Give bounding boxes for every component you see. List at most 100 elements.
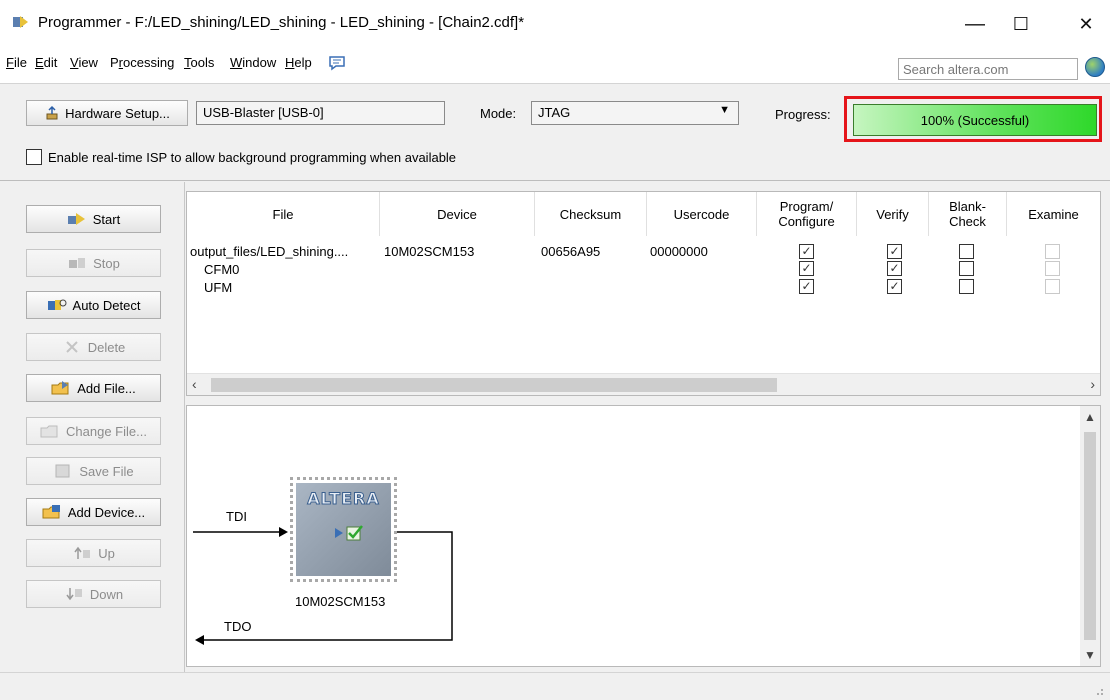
jtag-chain-diagram: TDI TDO ALTERA 10M02SCM153 ▲ ▼ bbox=[186, 405, 1101, 667]
scroll-left-icon[interactable]: ‹ bbox=[192, 376, 197, 392]
start-icon bbox=[67, 213, 85, 225]
feedback-chat-icon[interactable] bbox=[328, 55, 346, 71]
change-file-label: Change File... bbox=[66, 423, 147, 439]
vertical-scroll-thumb[interactable] bbox=[1084, 432, 1096, 640]
column-header-program-configure[interactable]: Program/ Configure bbox=[757, 192, 857, 236]
isp-checkbox[interactable] bbox=[26, 149, 42, 165]
down-arrow-icon bbox=[66, 588, 82, 601]
scroll-up-icon[interactable]: ▲ bbox=[1084, 410, 1096, 424]
column-header-usercode[interactable]: Usercode bbox=[647, 192, 757, 236]
column-header-examine[interactable]: Examine bbox=[1007, 192, 1100, 236]
progress-text: 100% (Successful) bbox=[920, 112, 1030, 128]
device-table: File Device Checksum Usercode Program/ C… bbox=[186, 191, 1101, 396]
delete-button[interactable]: Delete bbox=[26, 333, 161, 361]
examine-checkbox bbox=[1045, 244, 1060, 259]
column-header-file[interactable]: File bbox=[187, 192, 380, 236]
tdi-label: TDI bbox=[226, 509, 247, 524]
hardware-setup-label: Hardware Setup... bbox=[65, 105, 170, 121]
resize-grip-icon[interactable] bbox=[1092, 684, 1104, 696]
menu-help[interactable]: Help bbox=[285, 55, 312, 70]
delete-icon bbox=[65, 341, 78, 353]
examine-checkbox bbox=[1045, 279, 1060, 294]
down-label: Down bbox=[89, 586, 124, 602]
window-title: Programmer - F:/LED_shining/LED_shining … bbox=[38, 14, 525, 31]
scroll-down-icon[interactable]: ▼ bbox=[1084, 648, 1096, 662]
menu-tools[interactable]: Tools bbox=[184, 55, 214, 70]
change-file-button[interactable]: Change File... bbox=[26, 417, 161, 445]
program-checkbox[interactable]: ✓ bbox=[799, 244, 814, 259]
blank-check-checkbox[interactable] bbox=[959, 279, 974, 294]
stop-button[interactable]: Stop bbox=[26, 249, 161, 277]
horizontal-scrollbar[interactable]: ‹ › bbox=[187, 373, 1100, 395]
hardware-field: USB-Blaster [USB-0] bbox=[196, 101, 445, 125]
examine-checkbox bbox=[1045, 261, 1060, 276]
mode-label: Mode: bbox=[480, 106, 517, 121]
column-header-device[interactable]: Device bbox=[380, 192, 535, 236]
stop-label: Stop bbox=[93, 255, 120, 271]
add-file-label: Add File... bbox=[77, 380, 136, 396]
device-name-label: 10M02SCM153 bbox=[295, 594, 386, 609]
column-header-checksum[interactable]: Checksum bbox=[535, 192, 647, 236]
progress-bar: 100% (Successful) bbox=[853, 104, 1097, 136]
program-checkbox[interactable]: ✓ bbox=[799, 261, 814, 276]
blank-check-checkbox[interactable] bbox=[959, 244, 974, 259]
chevron-down-icon: ▼ bbox=[719, 104, 730, 116]
add-file-button[interactable]: Add File... bbox=[26, 374, 161, 402]
verify-checkbox[interactable]: ✓ bbox=[887, 261, 902, 276]
close-button[interactable]: ✕ bbox=[1066, 8, 1106, 40]
device-chip[interactable]: ALTERA bbox=[290, 477, 397, 582]
row-device: 10M02SCM153 bbox=[384, 244, 475, 259]
add-device-label: Add Device... bbox=[67, 504, 146, 520]
row-file[interactable]: output_files/LED_shining.... bbox=[190, 244, 348, 259]
menu-window[interactable]: Window bbox=[230, 55, 276, 70]
mode-value: JTAG bbox=[538, 105, 571, 120]
tdo-label: TDO bbox=[224, 619, 252, 634]
menu-edit[interactable]: Edit bbox=[35, 55, 57, 70]
program-checkbox[interactable]: ✓ bbox=[799, 279, 814, 294]
delete-label: Delete bbox=[87, 339, 126, 355]
programmer-app-icon bbox=[13, 16, 28, 28]
mode-select[interactable]: JTAG ▼ bbox=[531, 101, 739, 125]
hardware-setup-icon bbox=[46, 105, 58, 120]
menu-processing[interactable]: Processing bbox=[110, 55, 174, 70]
up-arrow-icon bbox=[74, 546, 91, 559]
start-label: Start bbox=[92, 211, 121, 227]
save-file-icon bbox=[55, 464, 70, 478]
add-device-button[interactable]: Add Device... bbox=[26, 498, 161, 526]
hardware-setup-button[interactable]: Hardware Setup... bbox=[26, 100, 188, 126]
vertical-scrollbar[interactable]: ▲ ▼ bbox=[1080, 406, 1100, 666]
maximize-button[interactable]: ☐ bbox=[1001, 8, 1041, 40]
status-bar bbox=[0, 672, 1110, 700]
globe-icon[interactable] bbox=[1085, 57, 1105, 77]
program-verify-icon bbox=[335, 525, 363, 541]
title-bar: Programmer - F:/LED_shining/LED_shining … bbox=[0, 0, 1110, 44]
search-input[interactable]: Search altera.com bbox=[898, 58, 1078, 80]
isp-checkbox-label: Enable real-time ISP to allow background… bbox=[48, 150, 457, 165]
blank-check-checkbox[interactable] bbox=[959, 261, 974, 276]
progress-label: Progress: bbox=[775, 107, 831, 122]
start-button[interactable]: Start bbox=[26, 205, 161, 233]
minimize-button[interactable]: — bbox=[955, 8, 995, 40]
verify-checkbox[interactable]: ✓ bbox=[887, 279, 902, 294]
horizontal-scroll-thumb[interactable] bbox=[211, 378, 777, 392]
save-file-label: Save File bbox=[79, 463, 134, 479]
change-file-icon bbox=[40, 425, 58, 438]
up-label: Up bbox=[98, 545, 115, 561]
auto-detect-button[interactable]: Auto Detect bbox=[26, 291, 161, 319]
add-device-folder-icon bbox=[42, 505, 60, 519]
altera-logo: ALTERA bbox=[307, 489, 380, 509]
row-checksum: 00656A95 bbox=[541, 244, 601, 259]
save-file-button[interactable]: Save File bbox=[26, 457, 161, 485]
row-file[interactable]: UFM bbox=[204, 280, 232, 295]
stop-icon bbox=[69, 258, 86, 268]
down-button[interactable]: Down bbox=[26, 580, 161, 608]
up-button[interactable]: Up bbox=[26, 539, 161, 567]
menu-file[interactable]: File bbox=[6, 55, 27, 70]
column-header-verify[interactable]: Verify bbox=[857, 192, 929, 236]
auto-detect-icon bbox=[47, 299, 67, 310]
row-file[interactable]: CFM0 bbox=[204, 262, 239, 277]
verify-checkbox[interactable]: ✓ bbox=[887, 244, 902, 259]
menu-view[interactable]: View bbox=[70, 55, 98, 70]
column-header-blank-check[interactable]: Blank- Check bbox=[929, 192, 1007, 236]
scroll-right-icon[interactable]: › bbox=[1090, 376, 1095, 392]
